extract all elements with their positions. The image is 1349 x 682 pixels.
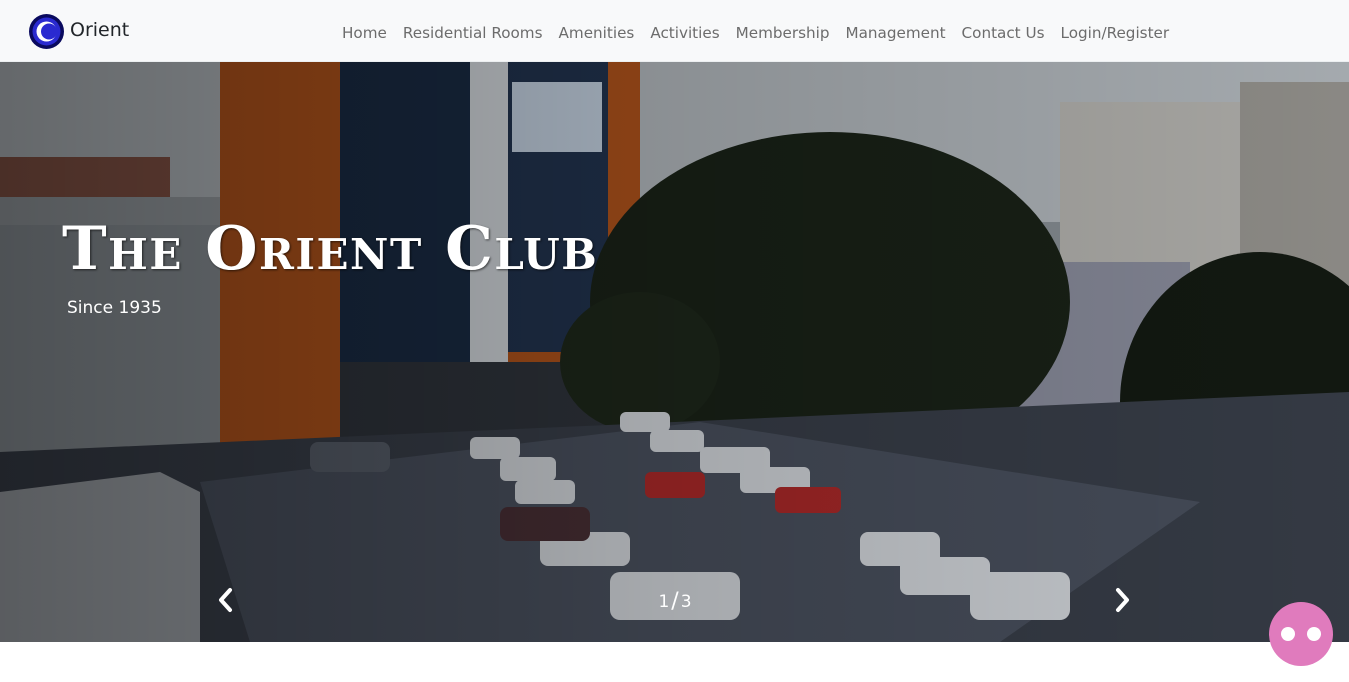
nav-amenities[interactable]: Amenities xyxy=(551,22,643,44)
nav-management[interactable]: Management xyxy=(838,22,954,44)
hero-carousel: The Orient Club Since 1935 1/3 xyxy=(0,62,1349,642)
current-slide: 1 xyxy=(658,592,670,612)
brand-logo-link[interactable]: Orient xyxy=(28,14,129,49)
nav-residential-rooms[interactable]: Residential Rooms xyxy=(395,22,551,44)
nav-home[interactable]: Home xyxy=(334,22,395,44)
chat-eye-right-icon xyxy=(1307,627,1321,641)
nav-contact-us[interactable]: Contact Us xyxy=(954,22,1053,44)
carousel-prev-button[interactable] xyxy=(210,582,240,618)
counter-separator: / xyxy=(671,589,679,614)
main-nav: Home Residential Rooms Amenities Activit… xyxy=(334,22,1177,44)
chat-eye-left-icon xyxy=(1281,627,1295,641)
chat-button[interactable] xyxy=(1269,602,1333,666)
hero-subtitle: Since 1935 xyxy=(67,298,162,318)
nav-activities[interactable]: Activities xyxy=(642,22,727,44)
carousel-next-button[interactable] xyxy=(1108,582,1138,618)
chevron-right-icon xyxy=(1116,588,1129,612)
chevron-left-icon xyxy=(219,588,232,612)
brand-name: Orient xyxy=(70,18,130,41)
hero-overlay xyxy=(0,62,1349,642)
carousel-counter: 1/3 xyxy=(645,588,705,614)
hero-title: The Orient Club xyxy=(62,214,599,284)
nav-login-register[interactable]: Login/Register xyxy=(1053,22,1178,44)
nav-membership[interactable]: Membership xyxy=(728,22,838,44)
navbar: Orient Home Residential Rooms Amenities … xyxy=(0,0,1349,62)
orient-logo-icon xyxy=(29,14,64,49)
total-slides: 3 xyxy=(680,592,692,612)
